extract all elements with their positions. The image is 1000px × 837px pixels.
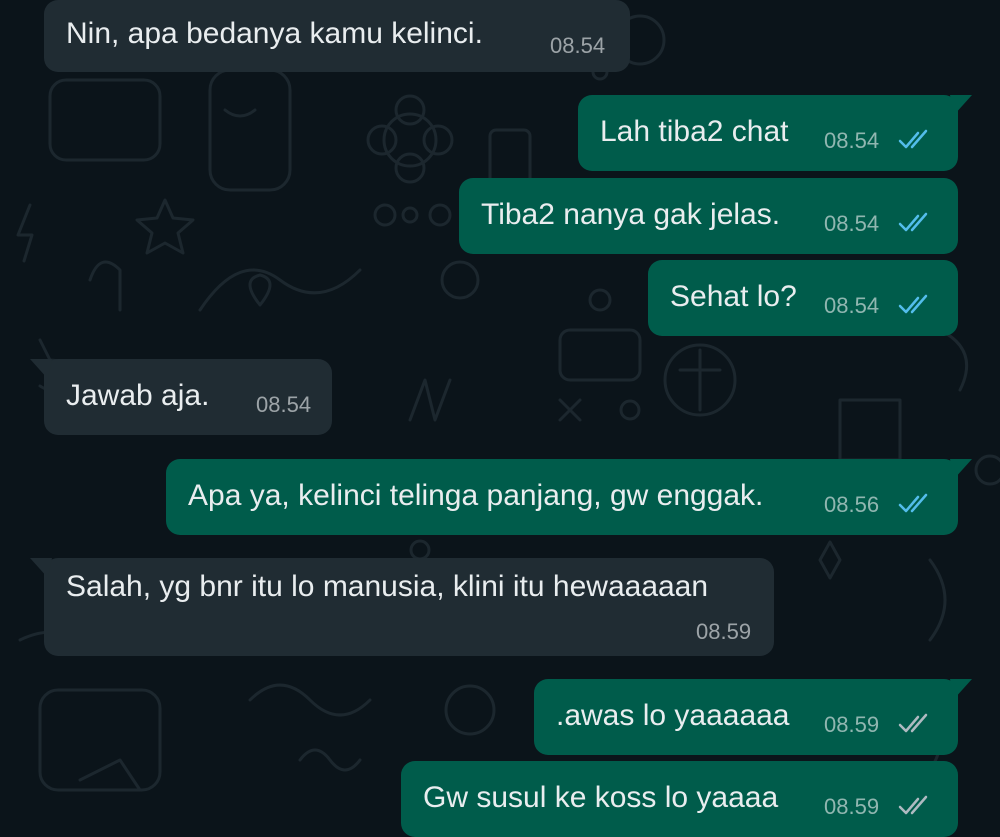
message-outgoing[interactable]: .awas lo yaaaaaa 08.59 xyxy=(534,679,972,755)
bubble-tail xyxy=(950,95,972,115)
double-check-icon xyxy=(898,493,928,513)
message-outgoing[interactable]: Apa ya, kelinci telinga panjang, gw engg… xyxy=(166,459,972,535)
message-incoming[interactable]: Salah, yg bnr itu lo manusia, klini itu … xyxy=(30,558,774,656)
double-check-icon xyxy=(898,713,928,733)
message-time: 08.54 xyxy=(256,392,312,417)
message-incoming[interactable]: Nin, apa bedanya kamu kelinci. 08.54 xyxy=(44,0,630,72)
double-check-icon xyxy=(898,212,928,232)
message-outgoing[interactable]: Lah tiba2 chat 08.54 xyxy=(578,95,972,171)
message-text: Jawab aja. xyxy=(66,379,210,412)
message-incoming[interactable]: Jawab aja. 08.54 xyxy=(30,359,332,435)
conversation: Nin, apa bedanya kamu kelinci. 08.54 Lah… xyxy=(0,0,1000,837)
message-time: 08.54 xyxy=(824,293,880,318)
message-time: 08.54 xyxy=(824,211,880,236)
message-outgoing[interactable]: Sehat lo? 08.54 xyxy=(648,260,958,336)
bubble-tail xyxy=(950,459,972,479)
message-text: Gw susul ke koss lo yaaaa xyxy=(423,781,779,814)
message-time: 08.59 xyxy=(824,794,880,819)
message-time: 08.59 xyxy=(824,712,880,737)
bubble-tail xyxy=(950,679,972,699)
double-check-icon xyxy=(898,294,928,314)
message-time: 08.59 xyxy=(696,619,752,644)
message-text: Tiba2 nanya gak jelas. xyxy=(481,198,781,231)
message-text: Apa ya, kelinci telinga panjang, gw engg… xyxy=(188,479,764,512)
double-check-icon xyxy=(898,129,928,149)
message-text: .awas lo yaaaaaa xyxy=(556,699,790,732)
double-check-icon xyxy=(898,795,928,815)
message-time: 08.54 xyxy=(550,33,606,58)
message-text: Lah tiba2 chat xyxy=(600,115,789,148)
message-outgoing[interactable]: Tiba2 nanya gak jelas. 08.54 xyxy=(459,178,958,254)
message-outgoing[interactable]: Gw susul ke koss lo yaaaa 08.59 xyxy=(401,761,958,837)
message-text: Sehat lo? xyxy=(670,280,797,313)
message-text: Salah, yg bnr itu lo manusia, klini itu … xyxy=(66,570,709,603)
message-time: 08.56 xyxy=(824,492,880,517)
bubble-tail xyxy=(30,558,52,578)
bubble-tail xyxy=(30,359,52,379)
message-text: Nin, apa bedanya kamu kelinci. xyxy=(66,17,483,50)
message-time: 08.54 xyxy=(824,128,880,153)
